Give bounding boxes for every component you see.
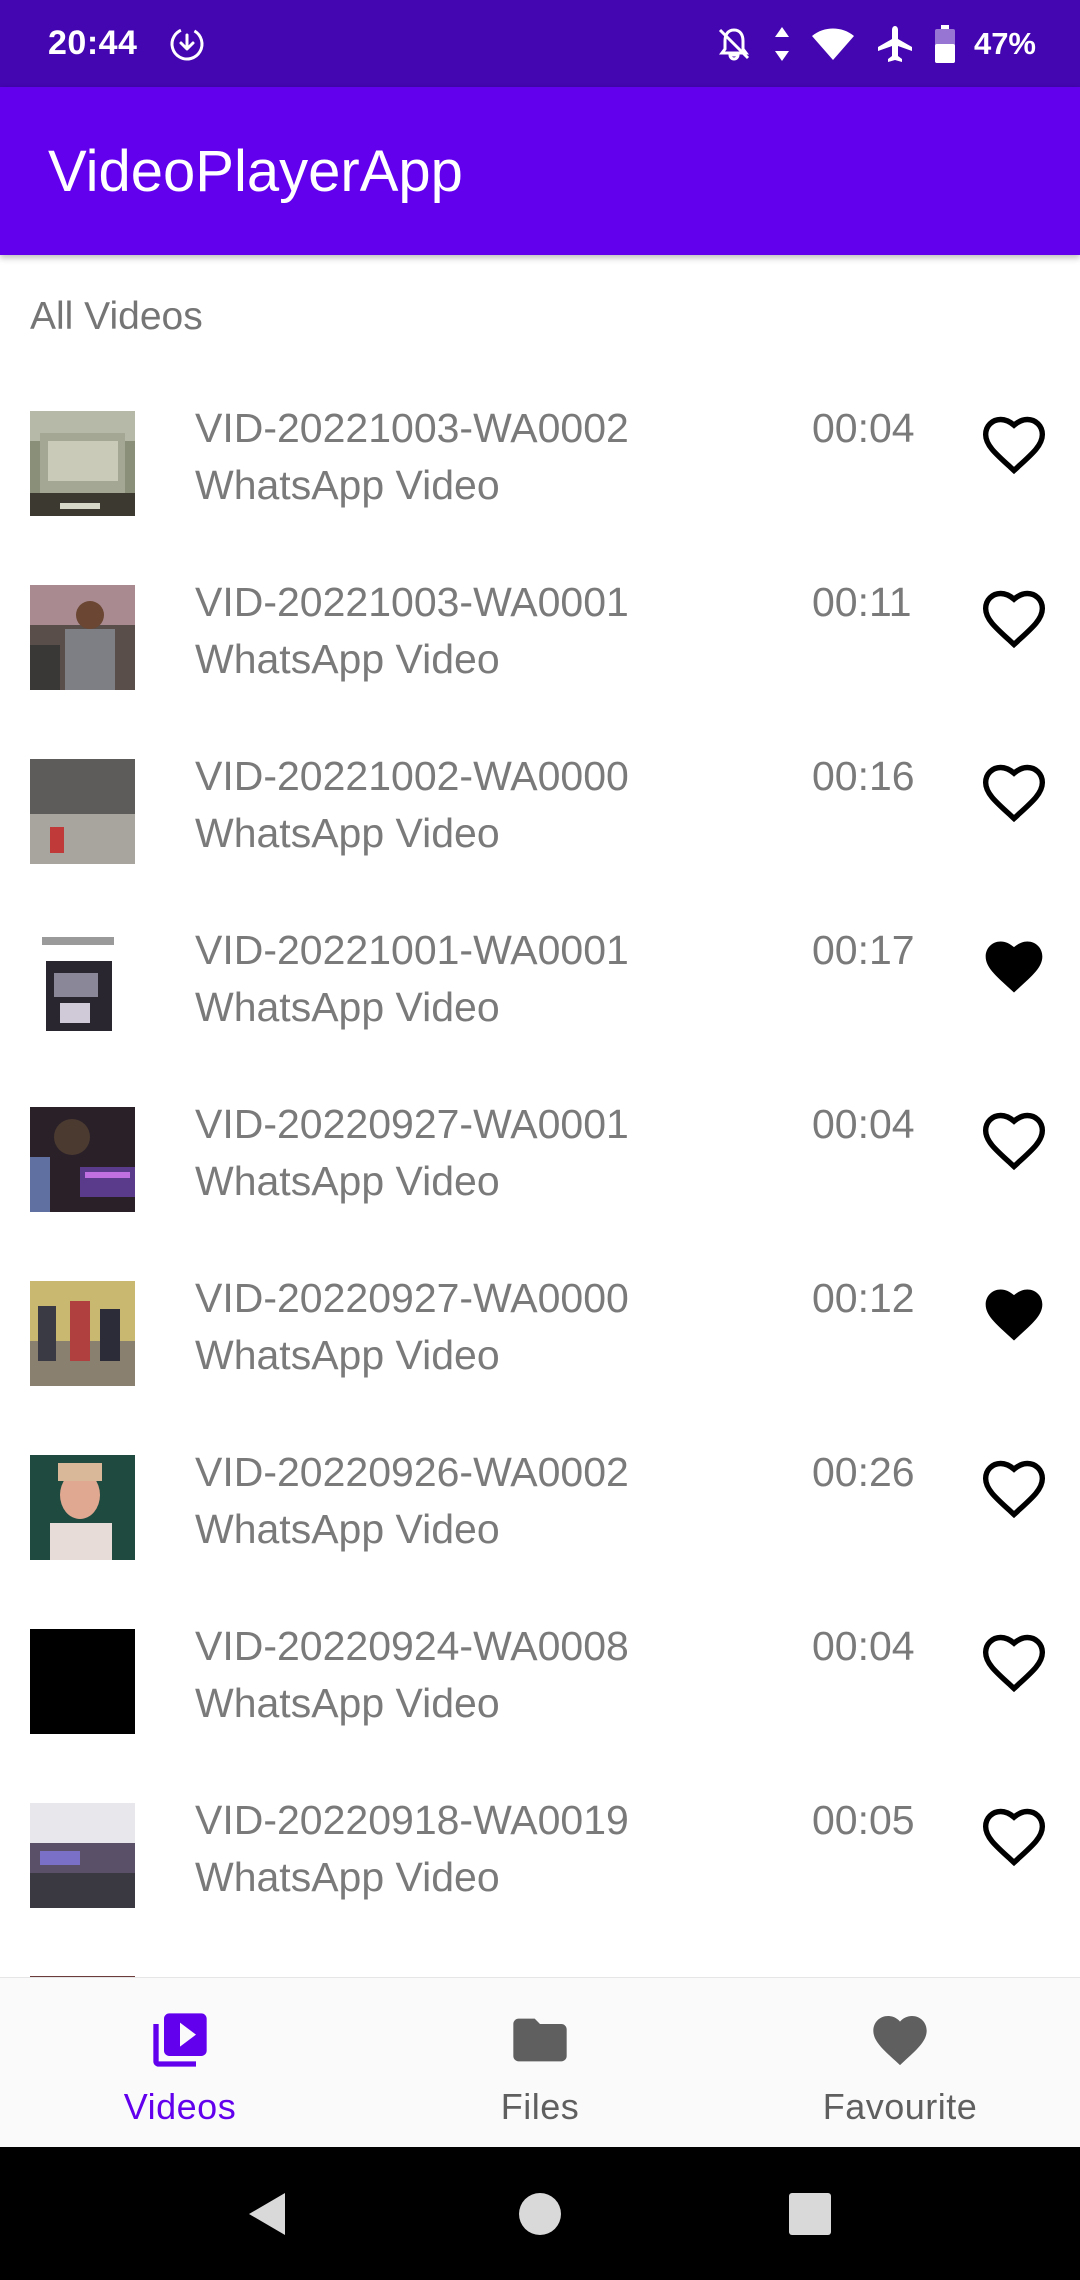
video-title: VID-20220927-WA0000: [195, 1275, 629, 1321]
video-list-item[interactable]: VID-20221001-WA0001 WhatsApp Video 00:17: [0, 897, 1080, 1071]
heart-outline-icon: [982, 416, 1046, 475]
video-subtitle: WhatsApp Video: [195, 1854, 500, 1900]
heart-filled-icon: [985, 1289, 1043, 1341]
section-label: All Videos: [30, 295, 203, 338]
video-thumbnail: [30, 1281, 135, 1386]
video-duration: 00:11: [812, 579, 912, 625]
airplane-icon: [877, 25, 912, 62]
video-subtitle: WhatsApp Video: [195, 1332, 500, 1378]
recents-icon[interactable]: [785, 2189, 835, 2239]
bottom-navigation: Videos Files Favourite: [0, 1977, 1080, 2147]
video-thumbnail: [30, 411, 135, 516]
video-list-item[interactable]: VID-20221002-WA0000 WhatsApp Video 00:16: [0, 723, 1080, 897]
heart-outline-icon: [982, 1634, 1046, 1693]
heart-icon: [873, 2016, 927, 2066]
video-subtitle: WhatsApp Video: [195, 1158, 500, 1204]
video-title: VID-20220926-WA0002: [195, 1449, 629, 1495]
nav-item-favourite[interactable]: Favourite: [720, 1978, 1080, 2147]
home-icon[interactable]: [515, 2189, 565, 2239]
heart-filled-icon: [985, 941, 1043, 993]
video-title: VID-20221003-WA0002: [195, 405, 629, 451]
back-icon[interactable]: [243, 2189, 293, 2239]
battery-percentage: 47%: [973, 25, 1036, 61]
heart-outline-icon: [982, 764, 1046, 823]
battery-icon: [934, 24, 955, 63]
video-thumbnail: [30, 933, 135, 1038]
video-subtitle: WhatsApp Video: [195, 810, 500, 856]
video-subtitle: WhatsApp Video: [195, 1680, 500, 1726]
video-library-icon: [153, 2013, 207, 2067]
nav-item-files[interactable]: Files: [360, 1978, 720, 2147]
nav-label: Files: [500, 2086, 580, 2127]
video-title: VID-20220924-WA0008: [195, 1623, 629, 1669]
favourite-button[interactable]: [980, 587, 1048, 651]
video-subtitle: WhatsApp Video: [195, 1506, 500, 1552]
video-title: VID-20221003-WA0001: [195, 579, 629, 625]
data-arrows-icon: [774, 26, 789, 61]
wifi-icon: [811, 28, 854, 60]
screen: 20:44 47% VideoPlayerApp All Videos VID-…: [0, 0, 1080, 2280]
favourite-button[interactable]: [980, 1283, 1048, 1347]
video-duration: 00:26: [812, 1449, 915, 1495]
video-thumbnail: [30, 1107, 135, 1212]
heart-outline-icon: [982, 1808, 1046, 1867]
video-thumbnail: [30, 1629, 135, 1734]
status-bar: 20:44 47%: [0, 0, 1080, 87]
video-list-item[interactable]: VID-20221003-WA0001 WhatsApp Video 00:11: [0, 549, 1080, 723]
nav-item-videos[interactable]: Videos: [0, 1978, 360, 2147]
video-duration: 00:05: [812, 1797, 915, 1843]
video-subtitle: WhatsApp Video: [195, 984, 500, 1030]
heart-outline-icon: [982, 1460, 1046, 1519]
video-duration: 00:04: [812, 1101, 915, 1147]
video-thumbnail: [30, 1455, 135, 1560]
video-duration: 00:16: [812, 753, 915, 799]
app-title: VideoPlayerApp: [48, 138, 463, 204]
status-icons: 47%: [714, 23, 1036, 65]
favourite-button[interactable]: [980, 413, 1048, 477]
video-title: VID-20221002-WA0000: [195, 753, 629, 799]
folder-icon: [513, 2018, 567, 2062]
system-navigation-bar: [0, 2147, 1080, 2280]
nav-label: Videos: [123, 2086, 237, 2127]
favourite-button[interactable]: [980, 761, 1048, 825]
nav-label: Favourite: [822, 2086, 978, 2127]
favourite-button[interactable]: [980, 1631, 1048, 1695]
video-list-item[interactable]: VID-20220927-WA0001 WhatsApp Video 00:04: [0, 1071, 1080, 1245]
status-time: 20:44: [48, 24, 138, 62]
video-list-item[interactable]: VID-20220927-WA0000 WhatsApp Video 00:12: [0, 1245, 1080, 1419]
heart-outline-icon: [982, 1112, 1046, 1171]
favourite-button[interactable]: [980, 1805, 1048, 1869]
video-subtitle: WhatsApp Video: [195, 636, 500, 682]
video-list-item[interactable]: VID-20221003-WA0002 WhatsApp Video 00:04: [0, 375, 1080, 549]
video-list-item[interactable]: VID-20220926-WA0002 WhatsApp Video 00:26: [0, 1419, 1080, 1593]
favourite-button[interactable]: [980, 1457, 1048, 1521]
video-list[interactable]: VID-20221003-WA0002 WhatsApp Video 00:04: [0, 375, 1080, 1941]
video-subtitle: WhatsApp Video: [195, 462, 500, 508]
notifications-off-icon: [718, 27, 750, 60]
video-duration: 00:04: [812, 1623, 915, 1669]
video-duration: 00:04: [812, 405, 915, 451]
video-list-item[interactable]: VID-20220924-WA0008 WhatsApp Video 00:04: [0, 1593, 1080, 1767]
video-list-item[interactable]: VID-20220918-WA0019 WhatsApp Video 00:05: [0, 1767, 1080, 1941]
favourite-button[interactable]: [980, 1109, 1048, 1173]
video-title: VID-20220918-WA0019: [195, 1797, 629, 1843]
video-thumbnail: [30, 1803, 135, 1908]
video-thumbnail: [30, 759, 135, 864]
video-title: VID-20220927-WA0001: [195, 1101, 629, 1147]
video-duration: 00:17: [812, 927, 915, 973]
video-list-screen[interactable]: All Videos VID-20221003-WA0002 WhatsApp …: [0, 255, 1080, 1977]
video-duration: 00:12: [812, 1275, 915, 1321]
video-title: VID-20221001-WA0001: [195, 927, 629, 973]
download-icon: [170, 27, 204, 60]
favourite-button[interactable]: [980, 935, 1048, 999]
heart-outline-icon: [982, 590, 1046, 649]
video-thumbnail: [30, 585, 135, 690]
app-bar: VideoPlayerApp: [0, 87, 1080, 255]
